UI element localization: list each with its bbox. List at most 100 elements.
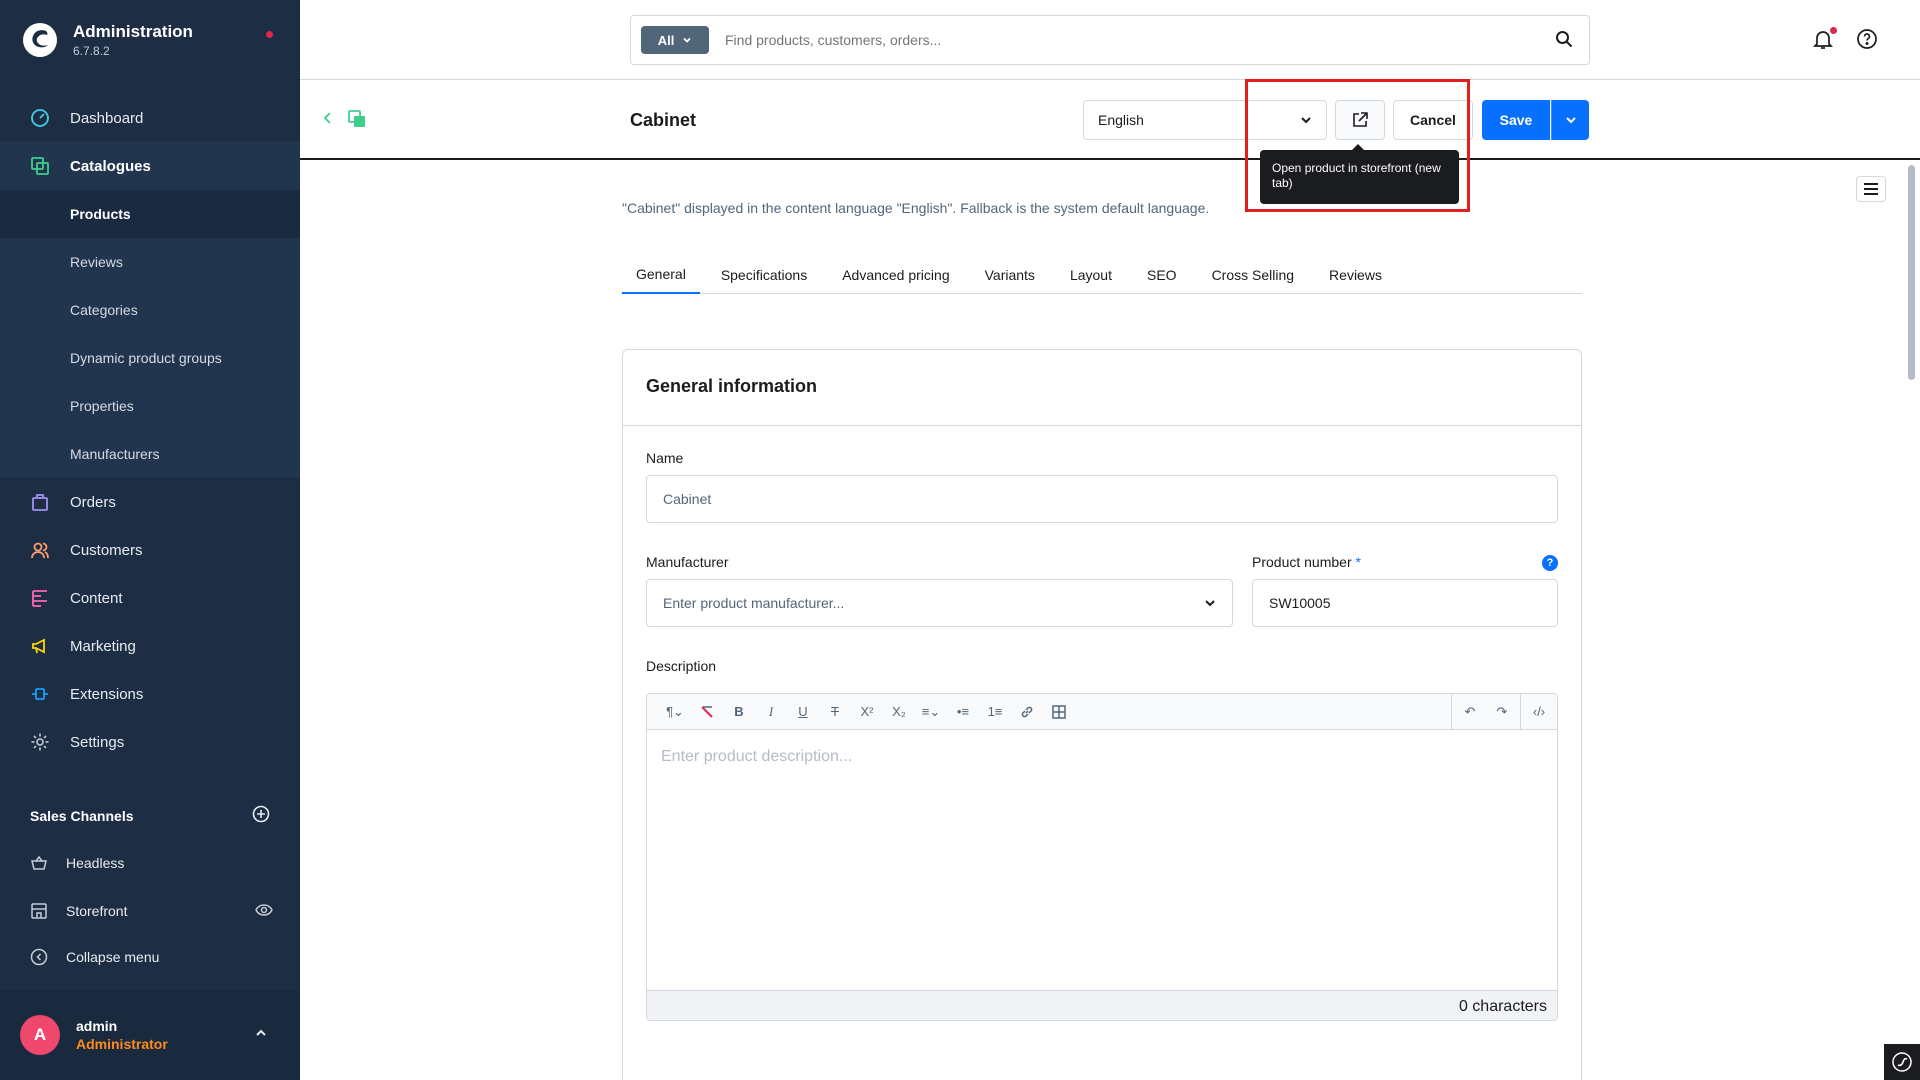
description-editor: ¶⌄ B I U T X² X₂ ≡⌄ •≡ 1≡ ↶ ↷ ‹/› Enter … bbox=[646, 693, 1558, 1021]
help-icon[interactable] bbox=[1856, 28, 1878, 55]
subnav-manufacturers[interactable]: Manufacturers bbox=[0, 430, 300, 478]
page-scrollbar[interactable] bbox=[1908, 165, 1915, 380]
avatar: A bbox=[20, 1015, 60, 1055]
help-icon[interactable]: ? bbox=[1542, 555, 1558, 571]
underline-icon[interactable]: U bbox=[787, 704, 819, 719]
strikethrough-icon[interactable]: T bbox=[819, 704, 851, 719]
table-icon[interactable] bbox=[1043, 704, 1075, 719]
superscript-icon[interactable]: X² bbox=[851, 704, 883, 719]
smart-bar: Cabinet English Cancel Save bbox=[300, 80, 1920, 160]
numbered-list-icon[interactable]: 1≡ bbox=[979, 704, 1011, 719]
align-icon[interactable]: ≡⌄ bbox=[915, 704, 947, 720]
nav-settings[interactable]: Settings bbox=[0, 718, 300, 766]
nav-catalogues[interactable]: Catalogues bbox=[0, 142, 300, 190]
chevron-down-icon bbox=[1565, 117, 1576, 124]
catalogues-subnav: Products Reviews Categories Dynamic prod… bbox=[0, 190, 300, 478]
name-label: Name bbox=[646, 450, 684, 466]
product-number-label-text: Product number bbox=[1252, 554, 1352, 570]
undo-icon[interactable]: ↶ bbox=[1454, 704, 1486, 720]
search-type-label: All bbox=[657, 32, 675, 48]
back-arrow-icon[interactable] bbox=[320, 110, 336, 131]
product-number-field[interactable]: SW10005 bbox=[1252, 579, 1558, 627]
subnav-properties[interactable]: Properties bbox=[0, 382, 300, 430]
status-dot bbox=[266, 31, 273, 38]
nav-customers[interactable]: Customers bbox=[0, 526, 300, 574]
general-information-card: General information Name Cabinet Manufac… bbox=[622, 349, 1582, 1080]
tab-general[interactable]: General bbox=[622, 256, 700, 294]
link-icon[interactable] bbox=[1011, 705, 1043, 719]
sidebar-toggle-button[interactable] bbox=[1856, 176, 1886, 202]
redo-icon[interactable]: ↷ bbox=[1486, 704, 1518, 720]
search-icon[interactable] bbox=[1555, 30, 1573, 53]
tab-seo[interactable]: SEO bbox=[1133, 256, 1191, 294]
manufacturer-select[interactable]: Enter product manufacturer... bbox=[646, 579, 1233, 627]
symfony-toolbar-icon[interactable] bbox=[1884, 1044, 1920, 1080]
subnav-reviews[interactable]: Reviews bbox=[0, 238, 300, 286]
name-field[interactable]: Cabinet bbox=[646, 475, 1558, 523]
nav-customers-label: Customers bbox=[70, 541, 143, 559]
shopware-logo-icon bbox=[22, 22, 58, 58]
user-menu[interactable]: A admin Administrator bbox=[0, 990, 300, 1080]
nav-dashboard[interactable]: Dashboard bbox=[0, 94, 300, 142]
nav-marketing-label: Marketing bbox=[70, 637, 136, 655]
chevron-down-icon bbox=[683, 37, 691, 43]
tab-variants[interactable]: Variants bbox=[971, 256, 1049, 294]
subscript-icon[interactable]: X₂ bbox=[883, 704, 915, 719]
megaphone-icon bbox=[28, 634, 52, 658]
required-star: * bbox=[1355, 554, 1361, 570]
tab-cross-selling[interactable]: Cross Selling bbox=[1198, 256, 1308, 294]
sales-channel-headless[interactable]: Headless bbox=[28, 852, 273, 874]
highlight-box bbox=[1245, 79, 1470, 212]
tab-reviews[interactable]: Reviews bbox=[1315, 256, 1396, 294]
add-sales-channel-icon[interactable] bbox=[252, 805, 270, 826]
sales-channel-headless-label: Headless bbox=[66, 855, 125, 871]
dashboard-icon bbox=[28, 106, 52, 130]
nav-orders[interactable]: Orders bbox=[0, 478, 300, 526]
nav-marketing[interactable]: Marketing bbox=[0, 622, 300, 670]
search-input[interactable] bbox=[725, 32, 1525, 48]
bullet-list-icon[interactable]: •≡ bbox=[947, 704, 979, 719]
subnav-dynamic-product-groups[interactable]: Dynamic product groups bbox=[0, 334, 300, 382]
product-number-label: Product number * bbox=[1252, 554, 1361, 570]
save-button[interactable]: Save bbox=[1482, 100, 1550, 140]
nav-extensions[interactable]: Extensions bbox=[0, 670, 300, 718]
gear-icon bbox=[28, 730, 52, 754]
customers-icon bbox=[28, 538, 52, 562]
main-nav: Dashboard Catalogues Products Reviews Ca… bbox=[0, 94, 300, 766]
nav-settings-label: Settings bbox=[70, 733, 125, 751]
sales-channels-header: Sales Channels bbox=[30, 805, 270, 826]
tab-specifications[interactable]: Specifications bbox=[707, 256, 821, 294]
subnav-categories[interactable]: Categories bbox=[0, 286, 300, 334]
search-type-select[interactable]: All bbox=[641, 26, 709, 54]
code-view-icon[interactable]: ‹/› bbox=[1523, 704, 1555, 719]
brand-version: 6.7.8.2 bbox=[73, 44, 110, 58]
nav-dashboard-label: Dashboard bbox=[70, 109, 144, 127]
remove-format-icon[interactable] bbox=[691, 704, 723, 720]
nav-orders-label: Orders bbox=[70, 493, 116, 511]
tab-advanced-pricing[interactable]: Advanced pricing bbox=[828, 256, 963, 294]
topbar: All bbox=[300, 0, 1920, 80]
manufacturer-placeholder: Enter product manufacturer... bbox=[663, 595, 845, 611]
italic-icon[interactable]: I bbox=[755, 704, 787, 720]
card-title: General information bbox=[623, 350, 1581, 426]
collapse-menu-label: Collapse menu bbox=[66, 949, 160, 965]
nav-content[interactable]: Content bbox=[0, 574, 300, 622]
chevron-up-icon[interactable] bbox=[254, 1026, 268, 1045]
brand[interactable]: Administration 6.7.8.2 bbox=[22, 22, 193, 58]
user-name: admin bbox=[76, 1018, 118, 1034]
description-input[interactable]: Enter product description... bbox=[647, 730, 1557, 990]
user-role: Administrator bbox=[76, 1036, 168, 1052]
collapse-menu[interactable]: Collapse menu bbox=[28, 946, 273, 968]
bold-icon[interactable]: B bbox=[723, 704, 755, 719]
eye-icon[interactable] bbox=[255, 901, 273, 922]
chevron-down-icon bbox=[1205, 600, 1215, 607]
tab-layout[interactable]: Layout bbox=[1056, 256, 1126, 294]
subnav-products[interactable]: Products bbox=[0, 190, 300, 238]
storefront-icon bbox=[28, 900, 50, 922]
catalogues-icon bbox=[28, 154, 52, 178]
paragraph-icon[interactable]: ¶⌄ bbox=[659, 704, 691, 720]
sales-channel-storefront[interactable]: Storefront bbox=[28, 900, 273, 922]
sidebar: Administration 6.7.8.2 Dashboard Catalog… bbox=[0, 0, 300, 1080]
nav-content-label: Content bbox=[70, 589, 123, 607]
save-options-button[interactable] bbox=[1551, 100, 1589, 140]
